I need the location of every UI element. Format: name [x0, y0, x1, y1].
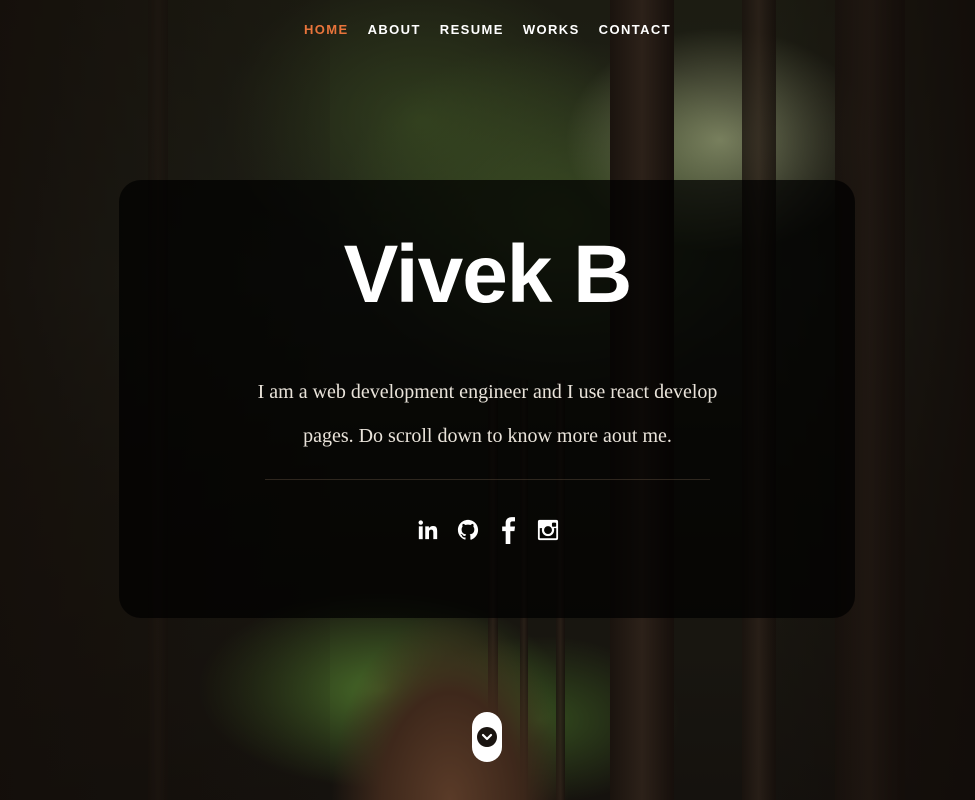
instagram-icon[interactable] [536, 511, 560, 549]
hero-name: Vivek B [343, 229, 633, 320]
facebook-icon[interactable] [496, 511, 520, 549]
social-links [0, 511, 975, 549]
nav-contact[interactable]: CONTACT [599, 22, 671, 37]
scroll-down-button[interactable] [472, 712, 502, 762]
nav-resume[interactable]: RESUME [440, 22, 504, 37]
nav-about[interactable]: ABOUT [368, 22, 421, 37]
chevron-down-icon [477, 727, 497, 747]
nav-works[interactable]: WORKS [523, 22, 580, 37]
hero-divider [265, 479, 710, 480]
nav-home[interactable]: HOME [304, 22, 349, 37]
linkedin-icon[interactable] [416, 511, 440, 549]
github-icon[interactable] [456, 511, 480, 549]
main-nav: HOME ABOUT RESUME WORKS CONTACT [0, 22, 975, 37]
hero-bio: I am a web development engineer and I us… [257, 381, 718, 447]
